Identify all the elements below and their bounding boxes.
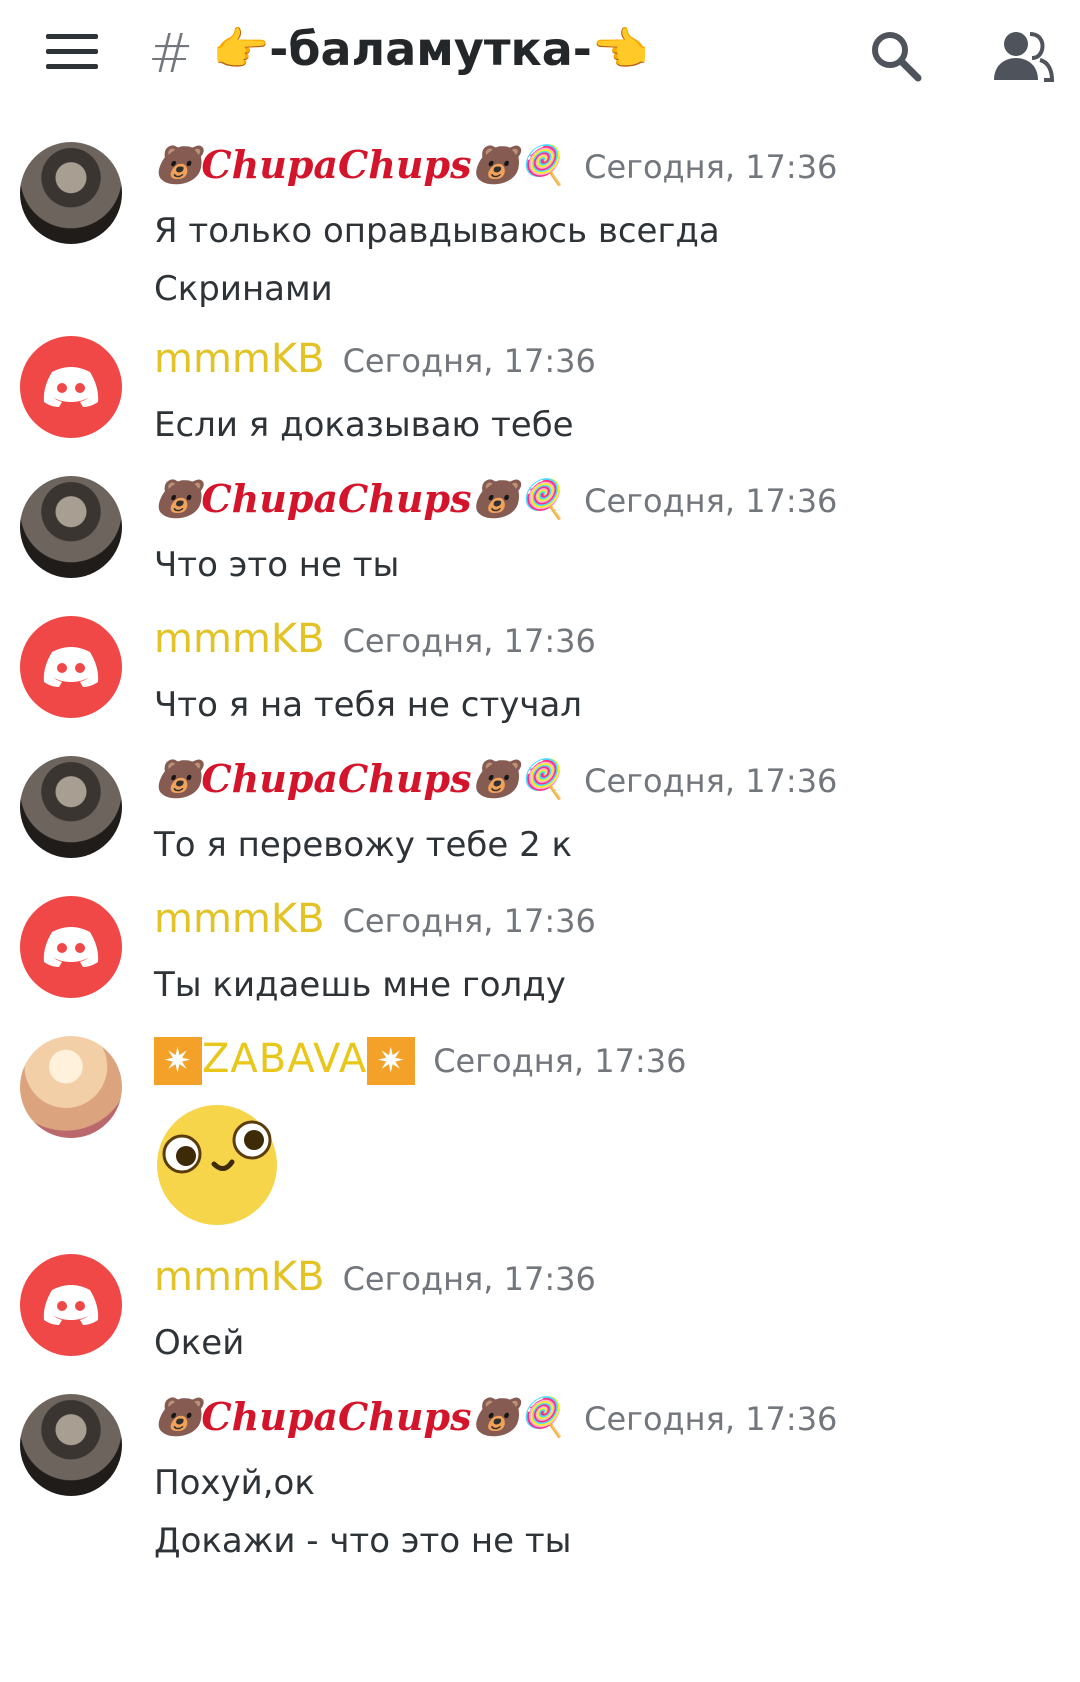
message-text: То я перевожу тебе 2 к xyxy=(154,825,573,865)
message-text: Я только оправдываюсь всегда xyxy=(154,211,720,251)
bear-lollipop-emoji-icon: 🐻🍭 xyxy=(471,1395,567,1439)
channel-name: 👉-баламутка-👈 xyxy=(212,22,650,76)
message-timestamp: Сегодня, 17:36 xyxy=(584,482,838,520)
discord-default-avatar[interactable] xyxy=(20,336,122,438)
bear-lollipop-emoji-icon: 🐻🍭 xyxy=(471,757,567,801)
message-item[interactable]: 🐻ChupaChups🐻🍭 Сегодня, 17:36 То я перевожу… xyxy=(0,756,1080,874)
message-timestamp: Сегодня, 17:36 xyxy=(584,1400,838,1438)
message-header: mmmKB Сегодня, 17:36 xyxy=(154,896,1080,956)
username[interactable]: 🐻ChupaChups🐻🍭 xyxy=(154,142,566,188)
search-icon[interactable] xyxy=(866,26,926,86)
username-text: ChupaChups xyxy=(201,756,472,801)
bear-emoji-icon: 🐻 xyxy=(154,1395,202,1439)
username-text: ChupaChups xyxy=(201,142,472,187)
message-item[interactable]: mmmKB Сегодня, 17:36 Ты кидаешь мне голду xyxy=(0,896,1080,1014)
message-timestamp: Сегодня, 17:36 xyxy=(584,762,838,800)
message-text: Что я на тебя не стучал xyxy=(154,685,583,725)
message-text: Окей xyxy=(154,1323,245,1363)
message-timestamp: Сегодня, 17:36 xyxy=(342,902,596,940)
username[interactable]: ✷ ZABAVA ✷ xyxy=(154,1036,416,1085)
message-item[interactable]: mmmKB Сегодня, 17:36 Если я доказываю тебе xyxy=(0,336,1080,454)
message-header: mmmKB Сегодня, 17:36 xyxy=(154,336,1080,396)
emoji-face-sticker[interactable] xyxy=(154,1102,280,1228)
members-icon[interactable] xyxy=(990,26,1056,86)
username[interactable]: mmmKB xyxy=(154,1254,325,1300)
bear-emoji-icon: 🐻 xyxy=(154,477,202,521)
bear-lollipop-emoji-icon: 🐻🍭 xyxy=(471,143,567,187)
message-text: Ты кидаешь мне голду xyxy=(154,965,566,1005)
channel-hash-icon: # xyxy=(148,22,194,85)
username[interactable]: 🐻ChupaChups🐻🍭 xyxy=(154,1394,566,1440)
message-text: Что это не ты xyxy=(154,545,400,585)
message-item[interactable]: mmmKB Сегодня, 17:36 Окей xyxy=(0,1254,1080,1372)
star-badge-icon: ✷ xyxy=(154,1037,202,1085)
message-timestamp: Сегодня, 17:36 xyxy=(342,342,596,380)
bear-emoji-icon: 🐻 xyxy=(154,757,202,801)
message-item[interactable]: mmmKB Сегодня, 17:36 Что я на тебя не стуч… xyxy=(0,616,1080,734)
username[interactable]: mmmKB xyxy=(154,616,325,662)
username[interactable]: mmmKB xyxy=(154,336,325,382)
username-text: ChupaChups xyxy=(201,476,472,521)
message-text: Похуй,ок xyxy=(154,1463,315,1503)
message-item[interactable]: 🐻ChupaChups🐻🍭 Сегодня, 17:36 Я только опра… xyxy=(0,142,1080,318)
user-avatar[interactable] xyxy=(20,1394,122,1496)
user-avatar[interactable] xyxy=(20,1036,122,1138)
message-item[interactable]: 🐻ChupaChups🐻🍭 Сегодня, 17:36 Похуй,ок Докаж… xyxy=(0,1394,1080,1570)
message-header: mmmKB Сегодня, 17:36 xyxy=(154,616,1080,676)
message-item[interactable]: ✷ ZABAVA ✷ Сегодня, 17:36 xyxy=(0,1036,1080,1228)
message-header: 🐻ChupaChups🐻🍭 Сегодня, 17:36 xyxy=(154,1394,1080,1454)
user-avatar[interactable] xyxy=(20,142,122,244)
username-text: ChupaChups xyxy=(201,1394,472,1439)
channel-header: # 👉-баламутка-👈 xyxy=(0,0,1080,118)
username[interactable]: 🐻ChupaChups🐻🍭 xyxy=(154,476,566,522)
user-avatar[interactable] xyxy=(20,756,122,858)
username[interactable]: 🐻ChupaChups🐻🍭 xyxy=(154,756,566,802)
message-timestamp: Сегодня, 17:36 xyxy=(342,622,596,660)
message-header: mmmKB Сегодня, 17:36 xyxy=(154,1254,1080,1314)
username[interactable]: mmmKB xyxy=(154,896,325,942)
message-timestamp: Сегодня, 17:36 xyxy=(342,1260,596,1298)
bear-emoji-icon: 🐻 xyxy=(154,143,202,187)
message-header: 🐻ChupaChups🐻🍭 Сегодня, 17:36 xyxy=(154,142,1080,202)
message-text: Скринами xyxy=(154,269,333,309)
message-item[interactable]: 🐻ChupaChups🐻🍭 Сегодня, 17:36 Что это не ты xyxy=(0,476,1080,594)
bear-lollipop-emoji-icon: 🐻🍭 xyxy=(471,477,567,521)
username-text: ZABAVA xyxy=(202,1036,368,1082)
message-text: Если я доказываю тебе xyxy=(154,405,574,445)
message-header: ✷ ZABAVA ✷ Сегодня, 17:36 xyxy=(154,1036,1080,1096)
message-timestamp: Сегодня, 17:36 xyxy=(584,148,838,186)
message-timestamp: Сегодня, 17:36 xyxy=(433,1042,687,1080)
message-text: Докажи - что это не ты xyxy=(154,1521,572,1561)
message-header: 🐻ChupaChups🐻🍭 Сегодня, 17:36 xyxy=(154,756,1080,816)
message-header: 🐻ChupaChups🐻🍭 Сегодня, 17:36 xyxy=(154,476,1080,536)
hamburger-menu-icon[interactable] xyxy=(46,34,98,74)
discord-default-avatar[interactable] xyxy=(20,896,122,998)
message-list: 🐻ChupaChups🐻🍭 Сегодня, 17:36 Я только опра… xyxy=(0,118,1080,1682)
discord-default-avatar[interactable] xyxy=(20,616,122,718)
user-avatar[interactable] xyxy=(20,476,122,578)
star-badge-icon: ✷ xyxy=(367,1037,416,1085)
discord-default-avatar[interactable] xyxy=(20,1254,122,1356)
